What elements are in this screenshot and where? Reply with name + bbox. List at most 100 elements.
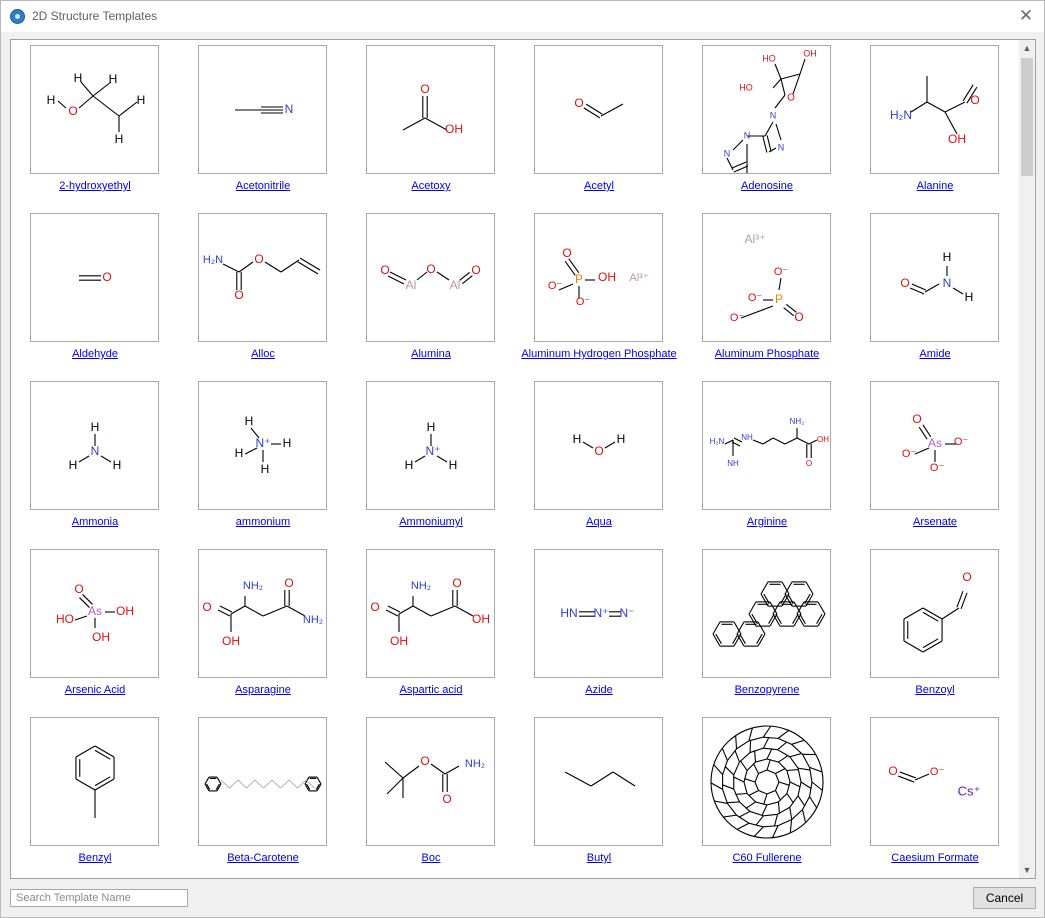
template-boc[interactable]: O O NH₂ Boc [347, 712, 515, 874]
template-label[interactable]: Acetyl [515, 180, 683, 192]
atom-label: OH [472, 612, 490, 626]
template-label[interactable]: Aqua [515, 516, 683, 528]
scroll-down-arrow-icon[interactable]: ▼ [1019, 862, 1035, 878]
template-azide[interactable]: HN N⁺ N⁻ Azide [515, 544, 683, 706]
template-benzoyl[interactable]: O Benzoyl [851, 544, 1019, 706]
template-thumbnail[interactable]: HOHHHH [30, 45, 159, 174]
template-label[interactable]: Alumina [347, 348, 515, 360]
template-label[interactable]: Aspartic acid [347, 684, 515, 696]
template-thumbnail[interactable] [534, 717, 663, 846]
template-thumbnail[interactable]: O Al O Al O [366, 213, 495, 342]
template-adenosine[interactable]: HOOHHOONNNNNH₂ Adenosine [683, 40, 851, 202]
template-thumbnail[interactable]: O As OH HO OH [30, 549, 159, 678]
template-label[interactable]: Acetonitrile [179, 180, 347, 192]
template-acetyl[interactable]: O Acetyl [515, 40, 683, 202]
template-thumbnail[interactable]: O [870, 549, 999, 678]
template-benzyl[interactable]: Benzyl [11, 712, 179, 874]
template-label[interactable]: Acetoxy [347, 180, 515, 192]
template-label[interactable]: Butyl [515, 852, 683, 864]
template-thumbnail[interactable]: H₂N O OH [870, 45, 999, 174]
template-thumbnail[interactable] [702, 717, 831, 846]
template-thumbnail[interactable]: O [534, 45, 663, 174]
template-thumbnail[interactable]: NH₂ O OH O NH₂ [198, 549, 327, 678]
scroll-up-arrow-icon[interactable]: ▲ [1019, 40, 1035, 56]
template-alumina[interactable]: O Al O Al O Alumina [347, 208, 515, 370]
template-thumbnail[interactable]: Al³⁺ O⁻ P O⁻ O⁻ O [702, 213, 831, 342]
template-arsenic-acid[interactable]: O As OH HO OH Arsenic Acid [11, 544, 179, 706]
template-thumbnail[interactable]: HOOHHOONNNNNH₂ [702, 45, 831, 174]
template-label[interactable]: Caesium Formate [851, 852, 1019, 864]
template-label[interactable]: Boc [347, 852, 515, 864]
vertical-scrollbar[interactable]: ▲ ▼ [1019, 40, 1035, 878]
template-ammonia[interactable]: HNH H Ammonia [11, 376, 179, 538]
template-label[interactable]: Benzopyrene [683, 684, 851, 696]
template-thumbnail[interactable] [702, 549, 831, 678]
atom-label: OH [116, 604, 134, 618]
close-icon[interactable]: ✕ [1014, 5, 1038, 27]
template-label[interactable]: Amide [851, 348, 1019, 360]
template-thumbnail[interactable]: HOH [534, 381, 663, 510]
template-thumbnail[interactable]: HNH H [30, 381, 159, 510]
search-template-input[interactable] [10, 889, 188, 907]
template-butyl[interactable]: Butyl [515, 712, 683, 874]
template-thumbnail[interactable]: O O NH₂ [366, 717, 495, 846]
template-aspartic-acid[interactable]: NH₂ O OH O OH Aspartic acid [347, 544, 515, 706]
template-label[interactable]: Alloc [179, 348, 347, 360]
template-2-hydroxyethyl[interactable]: HOHHHH 2-hydroxyethyl [11, 40, 179, 202]
template-alloc[interactable]: H₂N O O Alloc [179, 208, 347, 370]
template-arsenate[interactable]: O As O⁻ O⁻ O⁻ Arsenate [851, 376, 1019, 538]
template-asparagine[interactable]: NH₂ O OH O NH₂ Asparagine [179, 544, 347, 706]
scrollbar-thumb[interactable] [1021, 58, 1033, 176]
template-label[interactable]: Benzyl [11, 852, 179, 864]
template-label[interactable]: Alanine [851, 180, 1019, 192]
template-label[interactable]: 2-hydroxyethyl [11, 180, 179, 192]
template-label[interactable]: Arginine [683, 516, 851, 528]
template-thumbnail[interactable] [30, 717, 159, 846]
template-label[interactable]: Adenosine [683, 180, 851, 192]
template-thumbnail[interactable]: O As O⁻ O⁻ O⁻ [870, 381, 999, 510]
template-aluminum-hydrogen-phosphate[interactable]: O P OH O⁻ O⁻ Al³⁺ Aluminum Hydrogen Phosphate [515, 208, 683, 370]
template-label[interactable]: Ammonia [11, 516, 179, 528]
template-alanine[interactable]: H₂N O OH Alanine [851, 40, 1019, 202]
cancel-button[interactable]: Cancel [973, 887, 1036, 909]
template-label[interactable]: ammonium [179, 516, 347, 528]
template-ammoniumyl[interactable]: H N⁺ H H Ammoniumyl [347, 376, 515, 538]
template-thumbnail[interactable]: H N⁺ H H H [198, 381, 327, 510]
template-thumbnail[interactable]: O O⁻ Cs⁺ [870, 717, 999, 846]
template-caesium-formate[interactable]: O O⁻ Cs⁺ Caesium Formate [851, 712, 1019, 874]
template-aqua[interactable]: HOH Aqua [515, 376, 683, 538]
template-aldehyde[interactable]: O Aldehyde [11, 208, 179, 370]
template-label[interactable]: C60 Fullerene [683, 852, 851, 864]
template-acetoxy[interactable]: O OH Acetoxy [347, 40, 515, 202]
template-label[interactable]: Arsenic Acid [11, 684, 179, 696]
template-thumbnail[interactable]: N [198, 45, 327, 174]
template-thumbnail[interactable]: H₂N O O [198, 213, 327, 342]
template-label[interactable]: Arsenate [851, 516, 1019, 528]
template-thumbnail[interactable]: O P OH O⁻ O⁻ Al³⁺ [534, 213, 663, 342]
template-label[interactable]: Asparagine [179, 684, 347, 696]
template-thumbnail[interactable]: NH₂ O OH O OH [366, 549, 495, 678]
template-ammonium[interactable]: H N⁺ H H H ammonium [179, 376, 347, 538]
template-c60-fullerene[interactable]: C60 Fullerene [683, 712, 851, 874]
template-benzopyrene[interactable]: Benzopyrene [683, 544, 851, 706]
atom-label: NH₂ [411, 580, 431, 592]
template-thumbnail[interactable]: H₂N NH NH NH₂ O OH [702, 381, 831, 510]
template-label[interactable]: Beta-Carotene [179, 852, 347, 864]
template-thumbnail[interactable]: H N⁺ H H [366, 381, 495, 510]
template-beta-carotene[interactable]: Beta-Carotene [179, 712, 347, 874]
template-thumbnail[interactable] [198, 717, 327, 846]
template-amide[interactable]: O NH H Amide [851, 208, 1019, 370]
template-thumbnail[interactable]: HN N⁺ N⁻ [534, 549, 663, 678]
template-thumbnail[interactable]: O NH H [870, 213, 999, 342]
template-label[interactable]: Ammoniumyl [347, 516, 515, 528]
template-aluminum-phosphate[interactable]: Al³⁺ O⁻ P O⁻ O⁻ O Aluminum Phosphate [683, 208, 851, 370]
template-label[interactable]: Aluminum Hydrogen Phosphate [515, 348, 683, 360]
template-thumbnail[interactable]: O OH [366, 45, 495, 174]
template-thumbnail[interactable]: O [30, 213, 159, 342]
template-label[interactable]: Benzoyl [851, 684, 1019, 696]
template-label[interactable]: Azide [515, 684, 683, 696]
template-acetonitrile[interactable]: N Acetonitrile [179, 40, 347, 202]
template-arginine[interactable]: H₂N NH NH NH₂ O OH Arginine [683, 376, 851, 538]
template-label[interactable]: Aluminum Phosphate [683, 348, 851, 360]
template-label[interactable]: Aldehyde [11, 348, 179, 360]
